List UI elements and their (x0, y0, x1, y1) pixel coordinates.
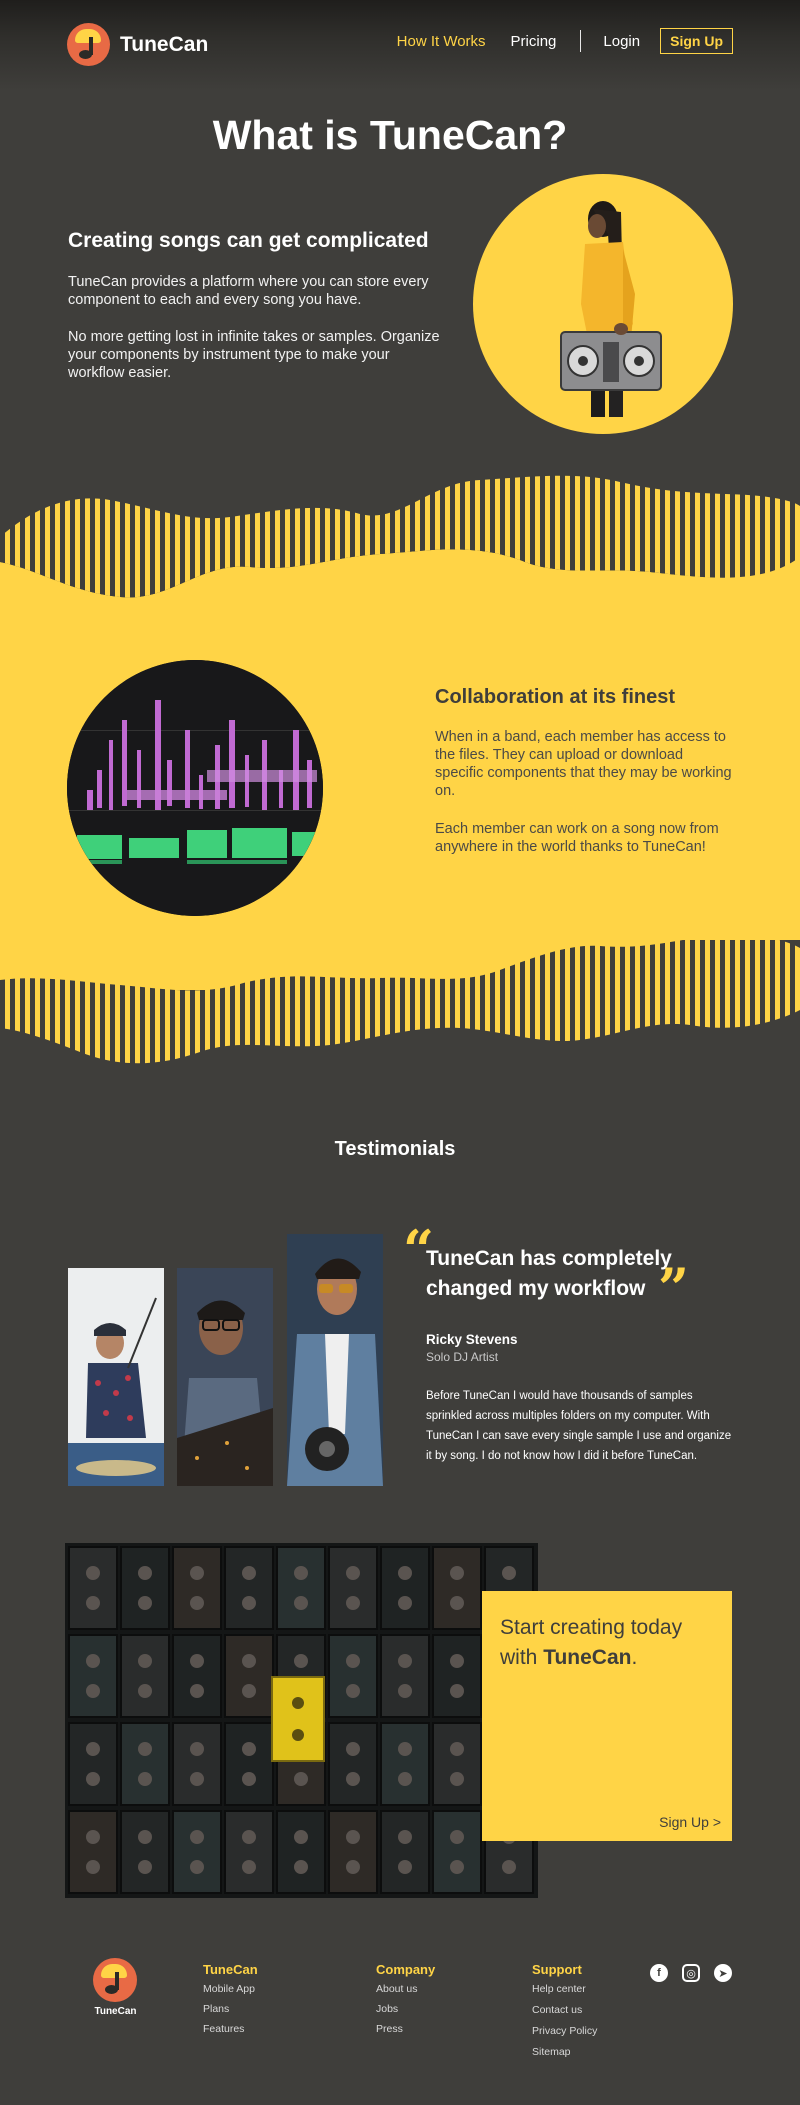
brand-name: TuneCan (120, 32, 209, 56)
music-note-logo-icon (67, 23, 110, 66)
footer-link-mobile-app[interactable]: Mobile App (203, 1983, 258, 1995)
footer-link-sitemap[interactable]: Sitemap (532, 2046, 597, 2058)
hero-paragraph: No more getting lost in infinite takes o… (68, 329, 440, 381)
nav-how-it-works[interactable]: How It Works (397, 33, 486, 50)
brand-logo-link[interactable]: TuneCan (67, 23, 208, 66)
footer-link-press[interactable]: Press (376, 2023, 435, 2035)
testimonial-body: Before TuneCan I would have thousands of… (426, 1390, 732, 1462)
cta-sign-up-link[interactable]: Sign Up > (659, 1814, 721, 1830)
footer-column-title: TuneCan (203, 1962, 258, 1977)
footer-link-help-center[interactable]: Help center (532, 1983, 597, 1995)
social-links: f ◎ ➤ (650, 1964, 746, 1982)
footer-column-support: Support Help center Contact us Privacy P… (532, 1962, 597, 2067)
cassette-wall-photo (65, 1543, 538, 1898)
twitter-icon[interactable]: ➤ (714, 1964, 732, 1982)
footer-link-privacy-policy[interactable]: Privacy Policy (532, 2025, 597, 2037)
footer-column-title: Support (532, 1962, 582, 1977)
footer-link-about-us[interactable]: About us (376, 1983, 435, 1995)
nav-sign-up-button[interactable]: Sign Up (660, 28, 733, 54)
facebook-icon[interactable]: f (650, 1964, 668, 1982)
footer-column-tunecan: TuneCan Mobile App Plans Features (203, 1962, 258, 2043)
footer-column-company: Company About us Jobs Press (376, 1962, 435, 2043)
quote-close-icon: ” (658, 1256, 690, 1320)
collaboration-paragraph: When in a band, each member has access t… (435, 729, 732, 799)
collaboration-paragraph: Each member can work on a song now from … (435, 821, 719, 855)
footer-link-plans[interactable]: Plans (203, 2003, 258, 2015)
collaboration-title: Collaboration at its finest (435, 686, 676, 708)
hero-paragraph: TuneCan provides a platform where you ca… (68, 274, 429, 308)
guitarist-photo (177, 1268, 273, 1486)
footer-link-features[interactable]: Features (203, 2023, 258, 2035)
footer-link-contact-us[interactable]: Contact us (532, 2004, 597, 2016)
nav-login[interactable]: Login (603, 33, 640, 50)
nav-divider (580, 30, 582, 52)
cta-card: Start creating today with TuneCan. Sign … (482, 1591, 732, 1841)
daw-timeline-photo (67, 660, 323, 916)
testimonial-role: Solo DJ Artist (426, 1350, 499, 1364)
dj-man-photo (473, 174, 733, 434)
hero-title: What is TuneCan? (212, 112, 568, 158)
main-nav: How It Works Pricing Login Sign Up (397, 28, 733, 54)
hero-subtitle: Creating songs can get complicated (68, 229, 429, 252)
testimonial-author: Ricky Stevens (426, 1332, 518, 1347)
footer-column-title: Company (376, 1962, 436, 1977)
page: TuneCan How It Works Pricing Login Sign … (0, 0, 800, 2105)
drummer-photo (68, 1268, 164, 1486)
footer-brand-name: TuneCan (94, 2006, 137, 2017)
dj-headphones-photo (287, 1234, 383, 1486)
instagram-icon[interactable]: ◎ (682, 1964, 700, 1982)
wave-stripes-divider (0, 462, 800, 598)
nav-pricing[interactable]: Pricing (511, 33, 557, 50)
music-note-logo-icon (93, 1958, 137, 2002)
testimonials-heading: Testimonials (334, 1138, 456, 1160)
wave-stripes-divider (0, 940, 800, 1110)
cta-text: Start creating today with TuneCan. (500, 1616, 683, 1669)
footer-logo[interactable]: TuneCan (93, 1958, 138, 2017)
header: TuneCan How It Works Pricing Login Sign … (0, 0, 800, 90)
footer-link-jobs[interactable]: Jobs (376, 2003, 435, 2015)
